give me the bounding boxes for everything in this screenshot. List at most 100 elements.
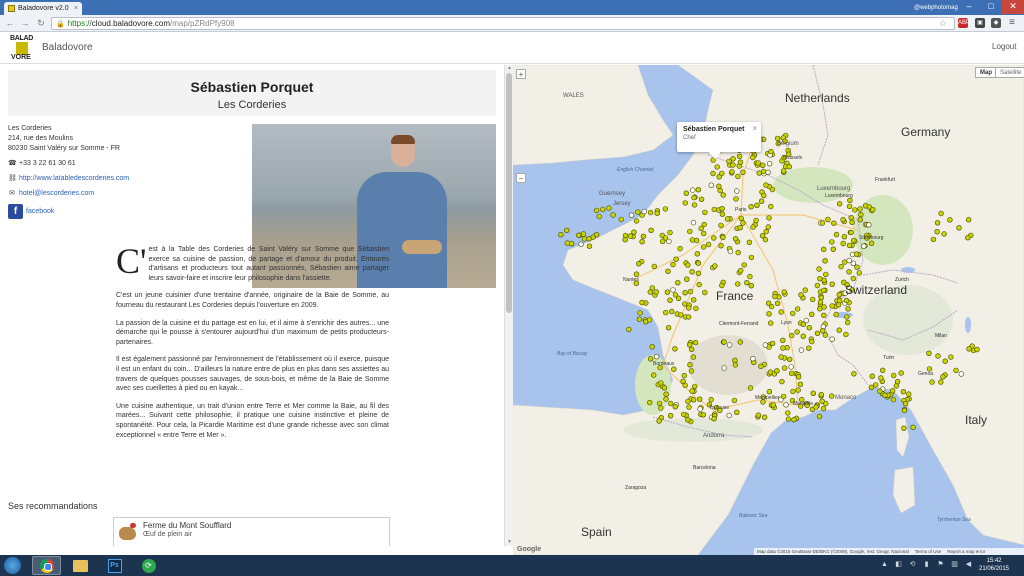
taskbar-clock[interactable]: 15:42 21/06/2015 — [974, 557, 1014, 573]
producer-marker[interactable] — [846, 203, 853, 210]
producer-marker[interactable] — [766, 160, 773, 167]
producer-marker[interactable] — [711, 235, 717, 241]
producer-marker[interactable] — [935, 353, 941, 359]
producer-marker[interactable] — [891, 372, 897, 379]
producer-marker[interactable] — [646, 317, 653, 323]
producer-marker[interactable] — [627, 233, 634, 239]
producer-marker[interactable] — [836, 201, 843, 207]
producer-marker[interactable] — [873, 382, 879, 388]
producer-marker[interactable] — [798, 292, 804, 298]
producer-marker[interactable] — [738, 267, 744, 274]
producer-marker[interactable] — [731, 397, 738, 404]
pocket-extension-icon[interactable]: ◆ — [991, 18, 1001, 28]
producer-marker[interactable] — [737, 339, 744, 345]
producer-marker[interactable] — [685, 398, 691, 405]
producer-marker[interactable] — [843, 331, 849, 338]
producer-marker[interactable] — [662, 206, 669, 212]
producer-marker[interactable] — [690, 187, 696, 193]
producer-marker[interactable] — [758, 363, 764, 369]
back-arrow-icon[interactable]: ← — [4, 17, 16, 29]
window-minimize-button[interactable]: – — [958, 0, 980, 14]
map-type-map-button[interactable]: Map — [975, 67, 997, 78]
producer-marker[interactable] — [695, 260, 702, 266]
producer-marker[interactable] — [680, 378, 686, 384]
producer-marker[interactable] — [580, 231, 587, 237]
producer-marker[interactable] — [942, 358, 948, 364]
producer-marker[interactable] — [825, 216, 831, 223]
producer-marker[interactable] — [845, 306, 851, 312]
producer-marker[interactable] — [735, 281, 741, 287]
producer-marker[interactable] — [851, 237, 857, 244]
website-link[interactable]: http://www.latabledescorderies.com — [19, 174, 129, 184]
producer-marker[interactable] — [790, 388, 796, 395]
producer-marker[interactable] — [732, 362, 739, 368]
producer-marker[interactable] — [726, 342, 733, 348]
producer-marker[interactable] — [868, 384, 875, 390]
producer-marker[interactable] — [663, 309, 669, 316]
producer-marker[interactable] — [786, 163, 792, 170]
producer-marker[interactable] — [628, 212, 635, 218]
producer-marker[interactable] — [889, 388, 896, 394]
map-report-link[interactable]: Report a map error — [947, 549, 985, 554]
producer-marker[interactable] — [670, 261, 676, 268]
producer-marker[interactable] — [820, 405, 827, 412]
producer-marker[interactable] — [965, 217, 972, 223]
producer-marker[interactable] — [822, 258, 828, 264]
producer-marker[interactable] — [716, 183, 722, 190]
producer-marker[interactable] — [841, 234, 848, 240]
producer-marker[interactable] — [578, 241, 584, 247]
producer-marker[interactable] — [663, 396, 669, 402]
producer-marker[interactable] — [759, 233, 766, 239]
producer-marker[interactable] — [840, 217, 846, 223]
producer-marker[interactable] — [849, 219, 855, 226]
producer-marker[interactable] — [806, 345, 812, 351]
producer-marker[interactable] — [819, 220, 826, 226]
producer-marker[interactable] — [814, 330, 821, 336]
producer-marker[interactable] — [902, 401, 909, 407]
producer-marker[interactable] — [720, 234, 726, 241]
producer-marker[interactable] — [790, 310, 796, 317]
producer-map[interactable]: Netherlands Germany France Switzerland I… — [513, 65, 1024, 555]
producer-marker[interactable] — [720, 192, 726, 198]
producer-marker[interactable] — [765, 169, 771, 176]
taskbar-explorer-button[interactable] — [66, 556, 95, 575]
producer-marker[interactable] — [721, 365, 727, 371]
producer-marker[interactable] — [658, 380, 664, 386]
producer-marker[interactable] — [726, 412, 732, 419]
producer-marker[interactable] — [718, 243, 724, 249]
producer-marker[interactable] — [667, 413, 674, 419]
producer-marker[interactable] — [651, 372, 657, 378]
map-info-window[interactable]: Sébastien Porquet Chef × — [677, 122, 761, 159]
taskbar-photoshop-button[interactable]: Ps — [100, 556, 129, 575]
producer-marker[interactable] — [610, 212, 616, 218]
producer-marker[interactable] — [809, 311, 815, 318]
producer-marker[interactable] — [797, 381, 804, 387]
producer-marker[interactable] — [780, 337, 786, 343]
producer-marker[interactable] — [823, 271, 829, 278]
producer-marker[interactable] — [658, 405, 664, 411]
producer-marker[interactable] — [795, 374, 802, 380]
producer-marker[interactable] — [750, 224, 756, 230]
producer-marker[interactable] — [705, 241, 712, 248]
producer-marker[interactable] — [846, 269, 852, 275]
producer-marker[interactable] — [814, 282, 821, 289]
producer-marker[interactable] — [593, 207, 600, 214]
producer-marker[interactable] — [956, 225, 962, 231]
map-zoom-out-button[interactable]: − — [516, 173, 526, 183]
tray-flag-icon[interactable]: ⚑ — [936, 560, 945, 569]
producer-marker[interactable] — [710, 170, 716, 177]
producer-marker[interactable] — [701, 221, 707, 228]
tray-network-icon[interactable]: ▥ — [950, 560, 959, 569]
producer-marker[interactable] — [670, 287, 676, 293]
producer-marker[interactable] — [785, 410, 791, 416]
producer-marker[interactable] — [678, 312, 684, 318]
producer-marker[interactable] — [737, 159, 744, 165]
producer-marker[interactable] — [829, 239, 835, 245]
producer-marker[interactable] — [593, 232, 600, 238]
producer-marker[interactable] — [626, 326, 632, 333]
producer-marker[interactable] — [844, 314, 850, 320]
producer-marker[interactable] — [671, 366, 677, 372]
producer-marker[interactable] — [665, 268, 671, 275]
baladovore-logo[interactable]: BALAD VORE — [10, 35, 36, 61]
producer-marker[interactable] — [831, 220, 837, 226]
